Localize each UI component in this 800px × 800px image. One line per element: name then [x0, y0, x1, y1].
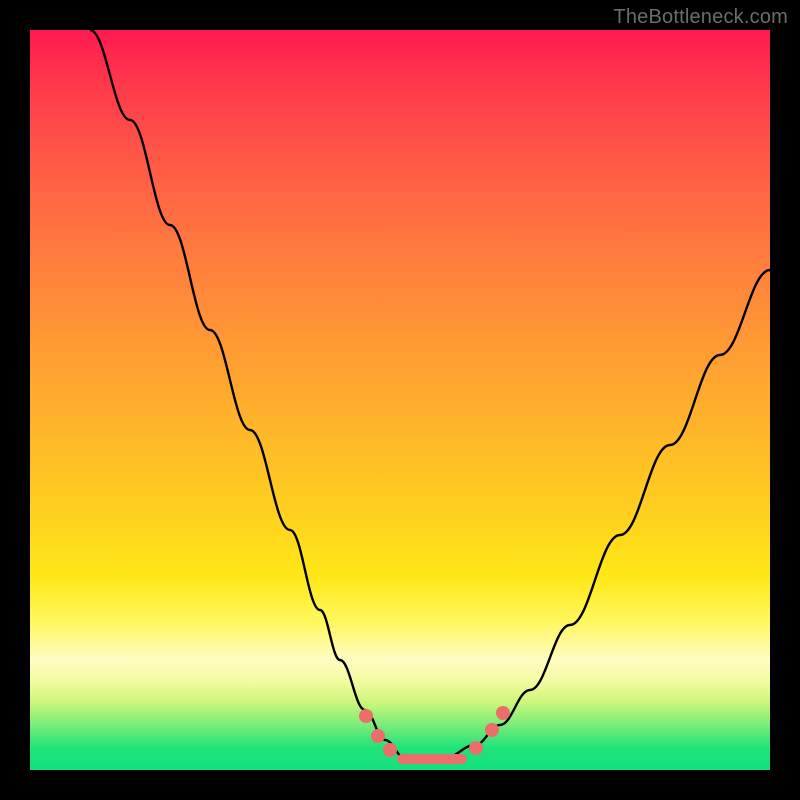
dot-group: [359, 706, 510, 757]
plot-area: [30, 30, 770, 770]
curve-dot: [383, 743, 397, 757]
curve-dot: [371, 729, 385, 743]
watermark-text: TheBottleneck.com: [613, 6, 788, 29]
curve-dot: [359, 709, 373, 723]
curve-dot: [485, 723, 499, 737]
bottleneck-curve: [90, 30, 770, 758]
curve-dot: [469, 741, 483, 755]
black-frame: TheBottleneck.com: [0, 0, 800, 800]
curve-svg: [30, 30, 770, 770]
curve-dot: [496, 706, 510, 720]
